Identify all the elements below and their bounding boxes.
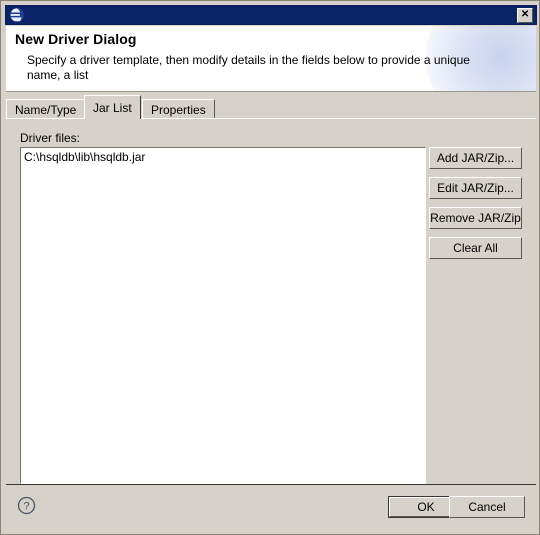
tab-strip: Name/Type Jar List Properties (6, 95, 536, 119)
page-description: Specify a driver template, then modify d… (27, 53, 470, 82)
jar-list-panel: Driver files: C:\hsqldb\lib\hsqldb.jar A… (6, 118, 536, 484)
remove-jar-zip-button[interactable]: Remove JAR/Zip (429, 207, 522, 229)
close-icon[interactable]: ✕ (517, 7, 533, 23)
svg-text:?: ? (23, 501, 29, 513)
tab-properties[interactable]: Properties (142, 99, 215, 119)
list-item[interactable]: C:\hsqldb\lib\hsqldb.jar (21, 148, 425, 165)
add-jar-zip-button[interactable]: Add JAR/Zip... (429, 147, 522, 169)
jar-actions-group: Add JAR/Zip... Edit JAR/Zip... Remove JA… (429, 147, 522, 267)
wizard-header-banner: New Driver Dialog Specify a driver templ… (6, 26, 536, 92)
new-driver-dialog-window: ✕ New Driver Dialog Specify a driver tem… (0, 0, 540, 535)
driver-files-label: Driver files: (20, 131, 81, 145)
driver-files-list[interactable]: C:\hsqldb\lib\hsqldb.jar (20, 147, 426, 484)
cancel-button[interactable]: Cancel (449, 496, 525, 518)
eclipse-logo-icon (9, 7, 25, 23)
page-title: New Driver Dialog (15, 31, 137, 47)
dialog-footer: ? OK Cancel (6, 485, 536, 531)
clear-all-button[interactable]: Clear All (429, 237, 522, 259)
tab-name-type[interactable]: Name/Type (6, 99, 86, 119)
tab-jar-list[interactable]: Jar List (84, 95, 141, 119)
help-question-icon[interactable]: ? (17, 496, 36, 515)
title-bar: ✕ (5, 5, 537, 25)
edit-jar-zip-button[interactable]: Edit JAR/Zip... (429, 177, 522, 199)
